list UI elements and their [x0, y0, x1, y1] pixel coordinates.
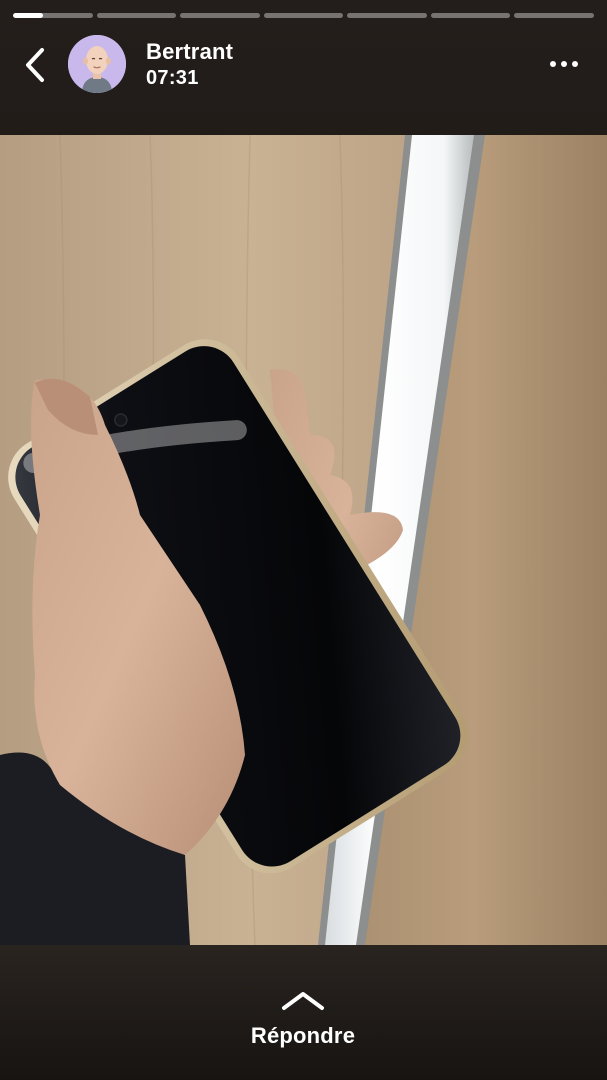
story-header: Bertrant 07:31 — [0, 0, 607, 135]
reply-label: Répondre — [250, 1023, 356, 1048]
reply-button[interactable]: Répondre — [203, 985, 403, 1055]
chevron-up-icon — [282, 992, 324, 1010]
progress-segment — [180, 13, 260, 18]
story-user-name[interactable]: Bertrant — [146, 39, 233, 65]
progress-segment — [13, 13, 93, 18]
story-photo-image — [0, 135, 607, 945]
progress-segment — [514, 13, 595, 18]
story-photo[interactable] — [0, 135, 607, 945]
story-progress-bar — [13, 13, 595, 19]
progress-segment — [347, 13, 427, 18]
memoji-avatar-icon — [68, 35, 126, 93]
progress-segment — [96, 13, 177, 18]
story-timestamp: 07:31 — [146, 67, 199, 89]
back-button[interactable] — [18, 44, 52, 86]
progress-fill — [13, 13, 44, 18]
more-options-button[interactable] — [540, 50, 588, 78]
progress-segment — [430, 13, 511, 18]
progress-segment — [263, 13, 344, 18]
ellipsis-horizontal-icon — [550, 61, 556, 67]
avatar[interactable] — [68, 35, 126, 93]
chevron-left-icon — [26, 48, 44, 82]
